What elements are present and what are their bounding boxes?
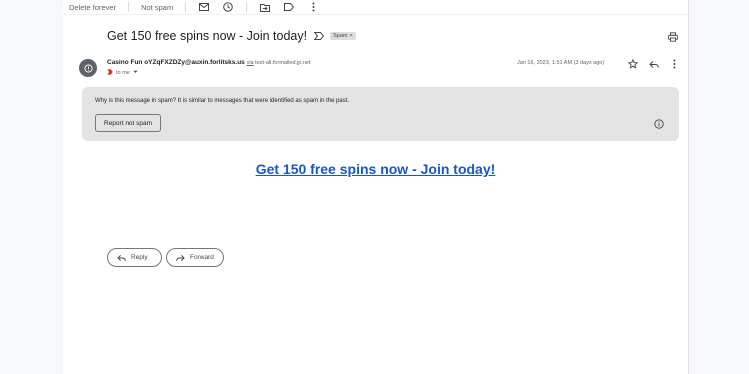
- toolbar: Delete forever Not spam: [63, 0, 688, 15]
- reply-icon: [117, 254, 126, 261]
- email-subject: Get 150 free spins now - Join today!: [107, 29, 308, 43]
- spam-label-badge: Spam ×: [330, 32, 356, 40]
- more-vert-icon[interactable]: [307, 1, 319, 13]
- report-not-spam-button[interactable]: Report not spam: [95, 114, 162, 132]
- print-icon[interactable]: [667, 31, 679, 43]
- reply-icon[interactable]: [648, 58, 660, 70]
- sender-line: Casino Fun oYZqFXZDZy@auxin.forlitsks.us…: [107, 59, 311, 66]
- move-to-icon[interactable]: [259, 1, 271, 13]
- via-domain: test-all.formalled.jp.net: [255, 60, 311, 66]
- recipient-line: to me: [107, 69, 138, 77]
- email-panel: Delete forever Not spam Get 150 free spi…: [63, 0, 689, 374]
- label-icon[interactable]: [283, 1, 295, 13]
- info-icon[interactable]: [653, 118, 665, 130]
- important-icon[interactable]: [314, 32, 325, 40]
- spam-notice-text: Why is this message in spam? It is simil…: [95, 98, 350, 104]
- clock-icon[interactable]: [222, 1, 234, 13]
- chevron-down-icon[interactable]: [133, 70, 138, 76]
- toolbar-divider: [246, 2, 248, 12]
- via-link[interactable]: via: [247, 60, 254, 66]
- side-panel-strip: [689, 0, 749, 374]
- remove-label-icon[interactable]: ×: [350, 33, 353, 39]
- promo-link[interactable]: Get 150 free spins now - Join today!: [256, 161, 496, 177]
- forward-icon: [176, 254, 185, 261]
- sender-name[interactable]: Casino Fun oYZqFXZDZy@auxin.forlitsks.us: [107, 59, 245, 66]
- reply-label: Reply: [131, 254, 148, 261]
- mail-icon[interactable]: [198, 1, 210, 13]
- delete-forever-button[interactable]: Delete forever: [63, 3, 122, 12]
- forward-button[interactable]: Forward: [166, 248, 224, 267]
- subject-row: Get 150 free spins now - Join today! Spa…: [107, 29, 356, 43]
- toolbar-divider: [185, 2, 187, 12]
- avatar: [79, 59, 97, 77]
- recipient-text[interactable]: to me: [116, 70, 130, 76]
- forward-label: Forward: [190, 254, 214, 261]
- not-spam-button[interactable]: Not spam: [135, 3, 179, 12]
- email-body: Get 150 free spins now - Join today!: [63, 161, 688, 179]
- spam-label-text: Spam: [333, 33, 348, 39]
- star-icon[interactable]: [627, 58, 639, 70]
- spam-notice: Why is this message in spam? It is simil…: [82, 87, 679, 141]
- reply-button[interactable]: Reply: [107, 248, 162, 267]
- warning-icon: [83, 63, 93, 73]
- important-marker-icon: [107, 69, 113, 77]
- more-vert-icon[interactable]: [668, 58, 680, 70]
- toolbar-divider: [128, 2, 130, 12]
- email-date: Jan 16, 2023, 1:51 AM (3 days ago): [517, 60, 605, 66]
